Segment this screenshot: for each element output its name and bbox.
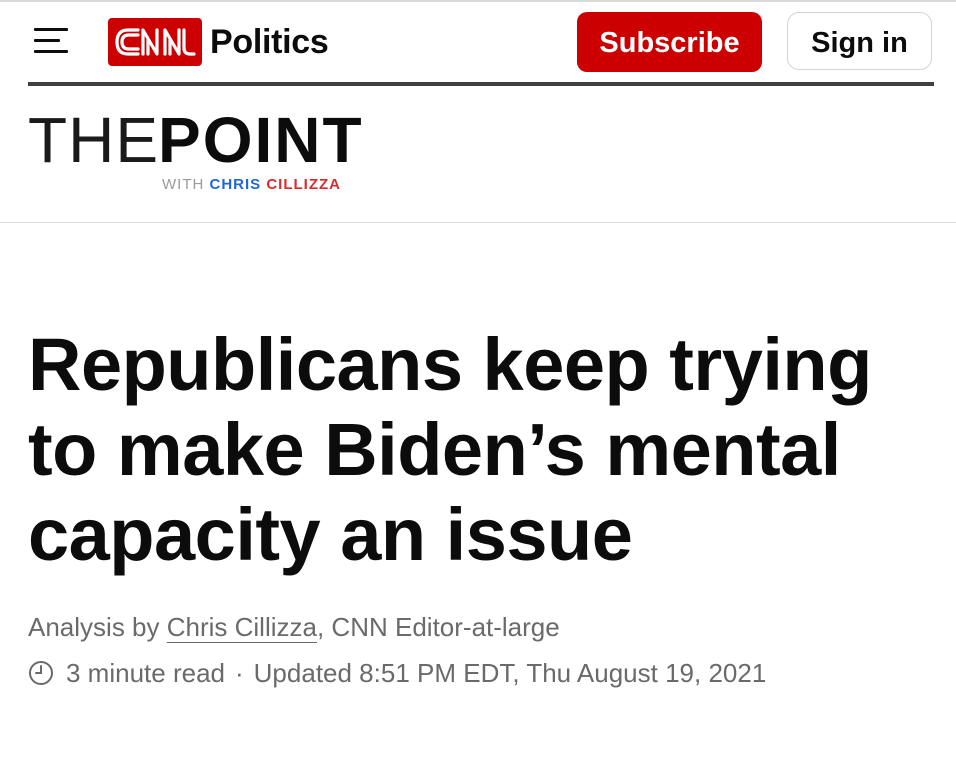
header-divider bbox=[28, 82, 934, 86]
read-time: 3 minute read bbox=[66, 658, 225, 688]
cnn-logo[interactable] bbox=[108, 18, 202, 66]
subscribe-button[interactable]: Subscribe bbox=[577, 12, 762, 72]
cnn-logo-mark bbox=[115, 28, 196, 56]
article-headline: Republicans keep trying to make Biden’s … bbox=[28, 323, 872, 576]
article-page: Politics Subscribe Sign in THE POINT WIT… bbox=[0, 0, 956, 758]
updated-timestamp: Updated 8:51 PM EDT, Thu August 19, 2021 bbox=[253, 658, 767, 688]
byline: Analysis by Chris Cillizza, CNN Editor-a… bbox=[28, 610, 560, 644]
brand-point: POINT bbox=[158, 104, 364, 176]
author-link[interactable]: Chris Cillizza bbox=[167, 612, 317, 642]
branding-divider bbox=[0, 222, 956, 223]
section-title[interactable]: Politics bbox=[210, 23, 329, 61]
top-border bbox=[0, 0, 956, 2]
byline-prefix: Analysis by bbox=[28, 612, 160, 642]
meta-separator: · bbox=[234, 658, 244, 688]
brand-with: WITH bbox=[162, 176, 205, 193]
article-meta: 3 minute read · Updated 8:51 PM EDT, Thu… bbox=[28, 656, 766, 690]
brand-author-last: CILLIZZA bbox=[266, 176, 341, 193]
brand-author-line: WITH CHRIS CILLIZZA bbox=[162, 177, 341, 193]
brand-author-first: CHRIS bbox=[209, 176, 262, 193]
hamburger-menu-icon[interactable] bbox=[34, 28, 70, 54]
author-role: , CNN Editor-at-large bbox=[316, 612, 560, 642]
the-point-branding: THE POINT WITH CHRIS CILLIZZA bbox=[28, 108, 388, 198]
clock-icon bbox=[29, 661, 53, 685]
site-header: Politics Subscribe Sign in bbox=[28, 10, 934, 74]
brand-the: THE bbox=[28, 104, 159, 176]
sign-in-button[interactable]: Sign in bbox=[787, 12, 932, 70]
